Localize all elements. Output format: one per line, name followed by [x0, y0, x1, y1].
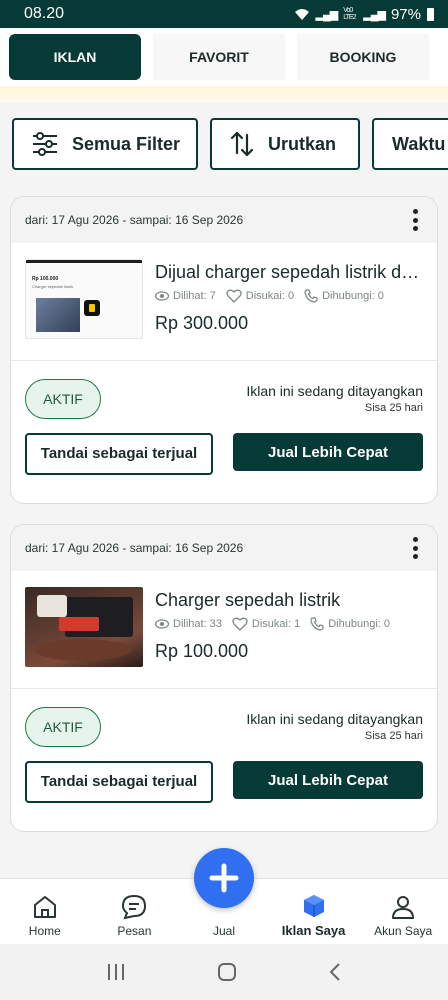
eye-icon: [155, 619, 169, 629]
status-badge: AKTIF: [25, 379, 101, 419]
ad-remaining-days: Sisa 25 hari: [364, 402, 423, 414]
network-label: Vo0 LTE2: [343, 7, 356, 21]
mark-sold-button[interactable]: Tandai sebagai terjual: [25, 433, 213, 475]
battery-percent: 97%: [390, 5, 421, 23]
ad-thumbnail: [25, 587, 143, 667]
battery-icon: [427, 7, 434, 21]
all-filter-label: Semua Filter: [72, 133, 181, 154]
views-stat: Dilihat: 7: [155, 290, 216, 302]
likes-count: Disukai: 0: [245, 290, 295, 302]
sort-label: Urutkan: [268, 133, 337, 154]
recent-apps-icon[interactable]: [106, 963, 126, 981]
phone-icon: [310, 617, 324, 631]
plus-icon: [209, 863, 239, 893]
likes-count: Disukai: 1: [251, 618, 301, 630]
signal-icon: ▂▄▆: [315, 8, 339, 21]
ad-title[interactable]: Dijual charger sepedah listrik dan lainn…: [155, 261, 425, 283]
filter-bar: Semua Filter Urutkan Waktu: [12, 118, 448, 174]
contacts-count: Dihubungi: 0: [322, 290, 384, 302]
ad-card-body[interactable]: Charger sepedah listrik Dilihat: 33 Disu…: [11, 571, 437, 689]
ad-status-text: Iklan ini sedang ditayangkan: [246, 383, 423, 399]
tab-iklan[interactable]: IKLAN: [9, 34, 141, 80]
nav-my-ads-label: Iklan Saya: [281, 923, 346, 938]
likes-stat: Disukai: 1: [232, 617, 300, 631]
views-count: Dilihat: 33: [173, 618, 222, 630]
tab-favorit[interactable]: FAVORIT: [153, 34, 285, 80]
ad-info: Dijual charger sepedah listrik dan lainn…: [155, 259, 425, 360]
contacts-count: Dihubungi: 0: [328, 618, 390, 630]
user-icon: [392, 896, 415, 919]
ad-status-text: Iklan ini sedang ditayangkan: [246, 711, 423, 727]
phone-icon: [304, 289, 318, 303]
status-time: 08.20: [24, 5, 65, 22]
ad-status: Iklan ini sedang ditayangkan Sisa 25 har…: [246, 711, 423, 742]
status-bar: 08.20 ▂▄▆ Vo0 LTE2 ▂▄▆ 97%: [0, 0, 448, 28]
ad-stats: Dilihat: 33 Disukai: 1 Dihubungi: 0: [155, 615, 425, 633]
nav-account-label: Akun Saya: [374, 924, 433, 938]
likes-stat: Disukai: 0: [226, 289, 294, 303]
ad-card[interactable]: dari: 17 Agu 2026 - sampai: 16 Sep 2026 …: [10, 196, 438, 504]
wifi-icon: [294, 9, 309, 20]
ad-card-body[interactable]: Rp 100.000 Charger sepedah listrik Dijua…: [11, 243, 437, 361]
ad-price: Rp 100.000: [155, 641, 249, 661]
mark-sold-button[interactable]: Tandai sebagai terjual: [25, 761, 213, 803]
sell-faster-button[interactable]: Jual Lebih Cepat: [233, 761, 423, 799]
ad-card-footer: AKTIF Iklan ini sedang ditayangkan Sisa …: [11, 361, 437, 503]
thumb-caption: Charger sepedah listrik: [32, 284, 74, 289]
nav-account[interactable]: Akun Saya: [358, 879, 448, 944]
ad-stats: Dilihat: 7 Disukai: 0 Dihubungi: 0: [155, 287, 425, 305]
signal-icon-2: ▂▄▆: [363, 8, 386, 21]
sliders-icon: [33, 132, 57, 156]
nav-messages-label: Pesan: [117, 924, 152, 938]
sell-faster-button[interactable]: Jual Lebih Cepat: [233, 433, 423, 471]
ad-status: Iklan ini sedang ditayangkan Sisa 25 har…: [246, 383, 423, 414]
nav-home[interactable]: Home: [0, 879, 90, 944]
home-icon: [33, 896, 56, 918]
tab-bar: IKLAN FAVORIT BOOKING: [0, 28, 448, 86]
time-filter-label: Waktu: [392, 133, 446, 154]
ad-thumbnail: Rp 100.000 Charger sepedah listrik: [25, 259, 143, 339]
time-filter-button[interactable]: Waktu: [372, 118, 448, 170]
status-icons: ▂▄▆ Vo0 LTE2 ▂▄▆ 97%: [294, 6, 434, 23]
sort-button[interactable]: Urutkan: [210, 118, 360, 170]
views-stat: Dilihat: 33: [155, 618, 222, 630]
sell-fab-button[interactable]: [194, 848, 254, 908]
eye-icon: [155, 291, 169, 301]
ad-period: dari: 17 Agu 2026 - sampai: 16 Sep 2026: [25, 541, 244, 555]
home-button-icon[interactable]: [217, 962, 237, 982]
sort-arrows-icon: [230, 131, 254, 157]
all-filter-button[interactable]: Semua Filter: [12, 118, 198, 170]
ad-info: Charger sepedah listrik Dilihat: 33 Disu…: [155, 587, 425, 688]
ad-card-footer: AKTIF Iklan ini sedang ditayangkan Sisa …: [11, 689, 437, 831]
box-icon: [303, 895, 324, 917]
more-options-icon[interactable]: [407, 535, 423, 561]
ad-card[interactable]: dari: 17 Agu 2026 - sampai: 16 Sep 2026 …: [10, 524, 438, 832]
more-options-icon[interactable]: [407, 207, 423, 233]
thumb-price: Rp 100.000: [32, 276, 59, 282]
nav-messages[interactable]: Pesan: [90, 879, 180, 944]
views-count: Dilihat: 7: [173, 290, 216, 302]
ad-price: Rp 300.000: [155, 313, 249, 333]
ad-card-header: dari: 17 Agu 2026 - sampai: 16 Sep 2026: [11, 525, 437, 571]
contacts-stat: Dihubungi: 0: [304, 289, 384, 303]
system-navigation-bar: [0, 944, 448, 1000]
back-icon[interactable]: [328, 962, 342, 982]
nav-my-ads[interactable]: Iklan Saya: [269, 879, 359, 944]
ad-title[interactable]: Charger sepedah listrik: [155, 589, 425, 611]
tab-divider-strip: [0, 86, 448, 102]
heart-icon: [226, 289, 242, 303]
heart-icon: [232, 617, 248, 631]
chat-icon: [122, 894, 147, 920]
status-badge: AKTIF: [25, 707, 101, 747]
ad-remaining-days: Sisa 25 hari: [364, 730, 423, 742]
ad-card-header: dari: 17 Agu 2026 - sampai: 16 Sep 2026: [11, 197, 437, 243]
ad-period: dari: 17 Agu 2026 - sampai: 16 Sep 2026: [25, 213, 244, 227]
contacts-stat: Dihubungi: 0: [310, 617, 390, 631]
nav-home-label: Home: [28, 924, 61, 938]
nav-sell-label: Jual: [212, 924, 235, 938]
tab-booking[interactable]: BOOKING: [297, 34, 429, 80]
